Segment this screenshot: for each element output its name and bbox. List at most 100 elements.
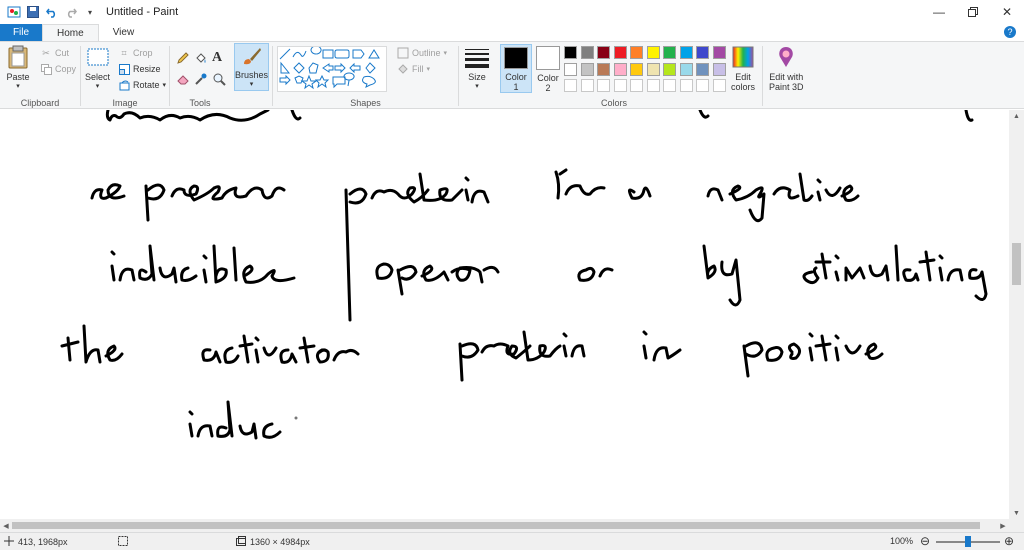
horizontal-scroll-thumb[interactable] [12,522,980,529]
customize-quick-access-icon[interactable]: ▾ [82,4,98,20]
horizontal-scrollbar[interactable]: ◀ ▶ [0,519,1009,532]
fill-icon[interactable] [194,51,208,68]
custom-color-slot[interactable] [613,79,627,92]
palette-swatch[interactable] [663,62,676,76]
palette-swatch[interactable] [580,46,594,59]
shape-option[interactable] [368,49,380,59]
rotate-dropdown-icon[interactable]: ▾ [163,81,167,89]
shape-option[interactable] [343,72,355,87]
fill-button[interactable]: Fill ▾ [397,62,430,76]
palette-swatch[interactable] [564,46,577,59]
magnifier-icon[interactable] [212,72,226,89]
tab-file[interactable]: File [0,24,42,41]
palette-swatch[interactable] [696,46,709,59]
palette-swatch[interactable] [679,46,693,59]
vertical-scroll-thumb[interactable] [1012,243,1021,285]
paste-dropdown-icon[interactable]: ▾ [16,82,20,92]
scroll-right-icon[interactable]: ▶ [997,519,1009,532]
custom-color-slot[interactable] [646,79,660,92]
palette-swatch[interactable] [712,62,726,76]
close-icon[interactable]: ✕ [990,0,1024,24]
shape-option[interactable] [322,63,334,73]
select-dropdown-icon[interactable]: ▾ [96,82,100,92]
custom-color-slot[interactable] [712,79,726,92]
shape-option[interactable] [322,49,334,59]
palette-swatch[interactable] [712,46,726,59]
size-button[interactable]: Size ▾ [465,44,489,92]
tab-home[interactable]: Home [42,24,99,41]
palette-swatch[interactable] [630,46,643,59]
cut-button[interactable]: ✂ Cut [40,46,69,60]
drawing-canvas[interactable] [0,110,1009,519]
outline-button[interactable]: Outline ▾ [397,46,447,60]
shape-option[interactable] [365,62,376,74]
color-picker-icon[interactable] [194,72,208,89]
shape-option[interactable] [292,50,307,58]
custom-color-slot[interactable] [597,79,610,92]
palette-swatch[interactable] [597,62,610,76]
palette-swatch[interactable] [597,46,610,59]
pencil-icon[interactable] [176,51,190,68]
scroll-down-icon[interactable]: ▼ [1009,507,1024,519]
shape-option[interactable] [280,61,291,74]
help-icon[interactable]: ? [1004,26,1016,38]
custom-color-slot[interactable] [679,79,693,92]
shape-option[interactable] [314,74,330,89]
palette-swatch[interactable] [646,62,660,76]
shape-option[interactable] [349,62,361,74]
palette-swatch[interactable] [663,46,676,59]
shape-option[interactable] [294,75,304,84]
rotate-button[interactable]: Rotate ▾ [118,78,166,92]
shape-option[interactable] [334,62,346,74]
paste-button[interactable]: Paste ▾ [6,44,30,92]
scroll-left-icon[interactable]: ◀ [0,519,12,532]
palette-swatch[interactable] [630,62,643,76]
shape-option[interactable] [300,74,318,90]
shape-option[interactable] [279,48,291,60]
zoom-in-icon[interactable]: ⊕ [1004,534,1014,548]
custom-color-slot[interactable] [580,79,594,92]
save-icon[interactable] [25,4,41,20]
undo-icon[interactable] [44,4,60,20]
brushes-button[interactable]: Brushes ▾ [234,43,269,91]
shape-option[interactable] [332,76,346,89]
edit-with-paint3d-button[interactable]: Edit with Paint 3D [769,44,804,92]
handwritten-stroke [627,186,652,200]
shape-option[interactable] [310,45,322,55]
zoom-out-icon[interactable]: ⊖ [920,534,930,548]
shape-option[interactable] [308,62,319,74]
minimize-icon[interactable]: — [922,0,956,24]
scroll-up-icon[interactable]: ▲ [1009,110,1024,122]
shape-option[interactable] [334,49,350,59]
shape-option[interactable] [279,74,291,86]
resize-button[interactable]: Resize [118,62,161,76]
eraser-icon[interactable] [176,72,190,89]
custom-color-slot[interactable] [696,79,709,92]
vertical-scrollbar[interactable]: ▲ ▼ [1009,110,1024,519]
zoom-slider-thumb[interactable] [965,536,971,547]
edit-colors-button[interactable]: Edit colors [731,44,755,92]
crop-button[interactable]: ⌗ Crop [118,46,152,60]
palette-swatch[interactable] [679,62,693,76]
copy-button[interactable]: Copy [40,62,76,76]
palette-swatch[interactable] [613,46,627,59]
color2-button[interactable]: Color 2 [532,44,564,94]
shape-option[interactable] [293,62,305,74]
palette-swatch[interactable] [613,62,627,76]
palette-swatch[interactable] [696,62,709,76]
shape-option[interactable] [362,75,376,88]
redo-icon[interactable] [63,4,79,20]
shape-option[interactable] [352,49,365,59]
shapes-gallery[interactable] [277,45,387,92]
select-button[interactable]: Select ▾ [85,44,110,92]
palette-swatch[interactable] [564,62,577,76]
text-icon[interactable]: A [212,50,222,66]
palette-swatch[interactable] [580,62,594,76]
custom-color-slot[interactable] [564,79,577,92]
custom-color-slot[interactable] [663,79,676,92]
maximize-icon[interactable] [956,0,990,24]
custom-color-slot[interactable] [630,79,643,92]
tab-view[interactable]: View [99,24,149,41]
palette-swatch[interactable] [646,46,660,59]
color1-button[interactable]: Color 1 [500,44,532,93]
